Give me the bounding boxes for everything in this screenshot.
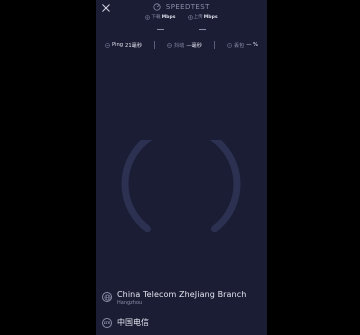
upload-value	[199, 29, 207, 30]
download-icon	[145, 14, 151, 20]
jitter-icon	[167, 42, 172, 48]
packet-loss-value: — %	[246, 42, 258, 48]
download-label: 下载	[151, 15, 161, 20]
speedometer-icon	[153, 3, 161, 11]
metrics-bar: Ping 21毫秒 抖动 —毫秒 丢包 — %	[96, 40, 267, 50]
server-name: China Telecom ZheJiang Branch	[117, 290, 247, 299]
server-city: Hangzhou	[117, 300, 143, 306]
packet-loss-label: 丢包	[233, 42, 245, 49]
speed-gauge-track	[121, 140, 241, 233]
ping-icon	[105, 42, 110, 48]
packet-loss-icon	[226, 42, 232, 48]
upload-unit: Mbps	[203, 14, 218, 20]
download-value	[156, 29, 164, 30]
isp-info[interactable]: LTE 中国电信	[102, 317, 149, 328]
download-speed: 下载 Mbps	[145, 14, 176, 30]
upload-icon	[187, 14, 193, 20]
network-badge: LTE	[103, 320, 111, 325]
isp-name: 中国电信	[117, 318, 149, 327]
server-selector[interactable]: China Telecom ZheJiang Branch Hangzhou	[102, 290, 246, 306]
app-title: SPEEDTEST	[96, 3, 267, 11]
upload-speed: 上传 Mbps	[187, 14, 218, 30]
ping-metric: Ping 21毫秒	[105, 42, 142, 49]
download-unit: Mbps	[161, 14, 176, 20]
packet-loss-metric: 丢包 — %	[226, 42, 258, 49]
metrics-divider	[154, 41, 155, 49]
ping-label: Ping	[112, 42, 124, 48]
globe-icon	[102, 292, 112, 302]
jitter-value: —毫秒	[186, 42, 202, 49]
speedtest-screen: SPEEDTEST 下载 Mbps 上传 Mbps Ping 21毫秒 抖动 —…	[96, 0, 267, 335]
cellular-icon: LTE	[102, 317, 112, 328]
speed-gauge	[121, 140, 241, 233]
ping-value: 21毫秒	[125, 42, 143, 49]
speed-readouts: 下载 Mbps 上传 Mbps	[96, 14, 267, 30]
app-title-text: SPEEDTEST	[165, 3, 210, 11]
metrics-divider	[214, 41, 215, 49]
jitter-label: 抖动	[173, 42, 185, 49]
upload-label: 上传	[193, 15, 203, 20]
jitter-metric: 抖动 —毫秒	[167, 42, 202, 49]
